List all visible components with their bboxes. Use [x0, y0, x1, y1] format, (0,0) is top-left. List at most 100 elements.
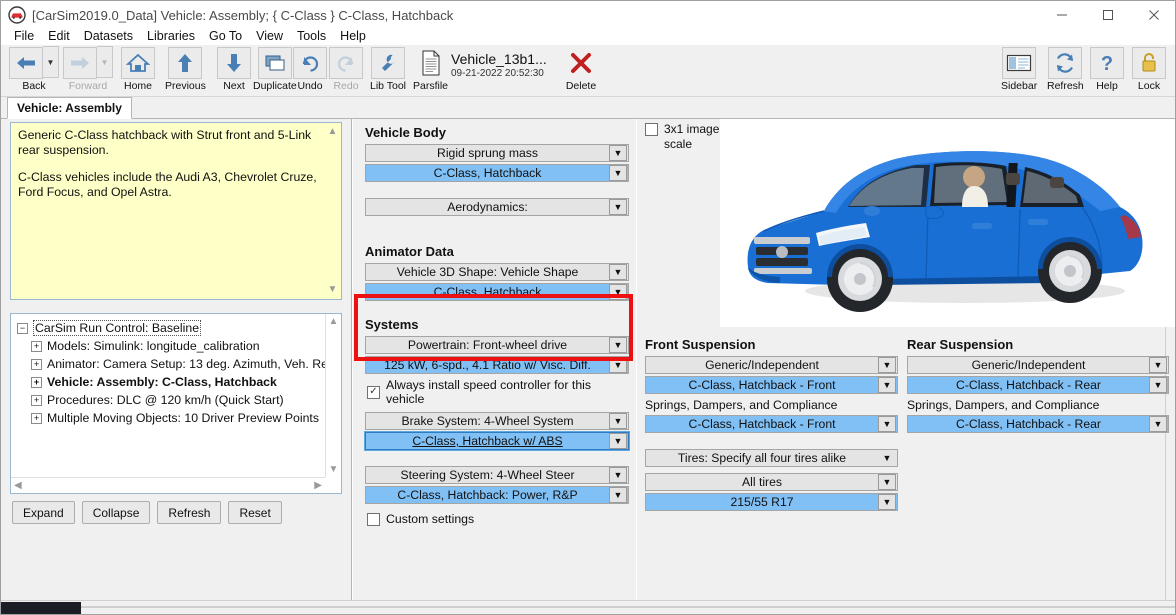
rear-springs-dataset-combo[interactable]: C-Class, Hatchback - Rear ▼ — [907, 415, 1169, 433]
chevron-down-icon[interactable]: ▼ — [878, 357, 896, 373]
tree-item-animator[interactable]: + Animator: Camera Setup: 13 deg. Azimut… — [14, 355, 335, 373]
scroll-left-icon[interactable]: ◀ — [14, 480, 22, 491]
speed-controller-checkbox-row[interactable]: ✓ Always install speed controller for th… — [367, 378, 629, 406]
chevron-down-icon[interactable]: ▼ — [878, 377, 896, 393]
description-scrollbar[interactable]: ▲ ▼ — [325, 124, 340, 298]
description-box[interactable]: Generic C-Class hatchback with Strut fro… — [10, 122, 342, 300]
rear-suspension-dataset-combo[interactable]: C-Class, Hatchback - Rear ▼ — [907, 376, 1169, 394]
scroll-down-icon[interactable]: ▼ — [328, 284, 338, 297]
collapse-icon[interactable]: − — [17, 322, 28, 334]
toolbar-libtool-button[interactable]: Lib Tool — [370, 46, 406, 96]
vehicle-body-dataset-combo[interactable]: C-Class, Hatchback ▼ — [365, 164, 629, 182]
toolbar-redo-button[interactable]: Redo — [329, 46, 363, 96]
toolbar-home-button[interactable]: Home — [121, 46, 155, 96]
chevron-down-icon[interactable]: ▼ — [1149, 377, 1167, 393]
tires-mode-combo[interactable]: Tires: Specify all four tires alike ▼ — [645, 449, 898, 467]
toolbar-parsfile-button[interactable]: Parsfile — [413, 46, 448, 96]
vehicle-3d-shape-combo[interactable]: Vehicle 3D Shape: Vehicle Shape ▼ — [365, 263, 629, 281]
toolbar-next-button[interactable]: Next — [217, 46, 251, 96]
minimize-button[interactable] — [1039, 1, 1085, 29]
tree-item-models[interactable]: + Models: Simulink: longitude_calibratio… — [14, 337, 322, 355]
menu-goto[interactable]: Go To — [202, 27, 249, 45]
toolbar-sidebar-button[interactable]: Sidebar — [1001, 46, 1037, 96]
collapse-button[interactable]: Collapse — [81, 501, 151, 524]
expand-icon[interactable]: + — [31, 358, 42, 370]
chevron-down-icon[interactable]: ▼ — [609, 433, 627, 449]
scroll-right-icon[interactable]: ▶ — [314, 480, 322, 491]
speed-controller-checkbox[interactable]: ✓ — [367, 385, 380, 399]
image-scale-checkbox-row[interactable]: 3x1 image scale — [645, 122, 719, 152]
scroll-up-icon[interactable]: ▲ — [329, 316, 339, 327]
menu-file[interactable]: File — [7, 27, 41, 45]
custom-settings-checkbox[interactable] — [367, 512, 380, 526]
chevron-down-icon[interactable]: ▼ — [609, 413, 627, 429]
tires-size-combo[interactable]: 215/55 R17 ▼ — [645, 493, 898, 511]
chevron-down-icon[interactable]: ▼ — [878, 494, 896, 510]
forward-dropdown-arrow[interactable]: ▼ — [97, 46, 113, 78]
chevron-down-icon[interactable]: ▼ — [609, 467, 627, 483]
tree-root-node[interactable]: − CarSim Run Control: Baseline — [14, 319, 322, 337]
custom-settings-checkbox-row[interactable]: Custom settings — [367, 512, 629, 526]
aerodynamics-combo[interactable]: Aerodynamics: ▼ — [365, 198, 629, 216]
tree-item-moving-objects[interactable]: + Multiple Moving Objects: 10 Driver Pre… — [14, 409, 322, 427]
scrollbar-thumb[interactable] — [1, 602, 81, 614]
toolbar-refresh-button[interactable]: Refresh — [1047, 46, 1084, 96]
scroll-up-icon[interactable]: ▲ — [328, 126, 338, 139]
maximize-button[interactable] — [1085, 1, 1131, 29]
refresh-tree-button[interactable]: Refresh — [157, 501, 222, 524]
toolbar-undo-button[interactable]: Undo — [293, 46, 327, 96]
menu-view[interactable]: View — [249, 27, 290, 45]
front-springs-dataset-combo[interactable]: C-Class, Hatchback - Front ▼ — [645, 415, 898, 433]
animator-dataset-combo[interactable]: C-Class, Hatchback ▼ — [365, 283, 629, 301]
toolbar-lock-button[interactable]: Lock — [1132, 46, 1166, 96]
chevron-down-icon[interactable]: ▼ — [1149, 416, 1167, 432]
chevron-down-icon[interactable]: ▼ — [609, 337, 627, 353]
toolbar-back-button[interactable]: ▼ Back — [9, 46, 59, 96]
brake-system-combo[interactable]: Brake System: 4-Wheel System ▼ — [365, 412, 629, 430]
expand-icon[interactable]: + — [31, 394, 42, 406]
tree-vertical-scrollbar[interactable]: ▲ ▼ — [325, 314, 341, 477]
powertrain-dataset-combo[interactable]: 125 kW, 6-spd., 4.1 Ratio w/ Visc. Diff.… — [365, 356, 629, 374]
tab-vehicle-assembly[interactable]: Vehicle: Assembly — [7, 97, 132, 119]
expand-button[interactable]: Expand — [12, 501, 75, 524]
image-scale-checkbox[interactable] — [645, 123, 658, 136]
vehicle-body-type-combo[interactable]: Rigid sprung mass ▼ — [365, 144, 629, 162]
chevron-down-icon[interactable]: ▼ — [609, 284, 627, 300]
chevron-down-icon[interactable]: ▼ — [878, 416, 896, 432]
toolbar-delete-button[interactable]: Delete — [564, 46, 598, 96]
chevron-down-icon[interactable]: ▼ — [609, 145, 627, 161]
chevron-down-icon[interactable]: ▼ — [609, 199, 627, 215]
chevron-down-icon[interactable]: ▼ — [609, 165, 627, 181]
window-horizontal-scrollbar[interactable] — [1, 600, 1175, 614]
tree-item-vehicle-assembly[interactable]: + Vehicle: Assembly: C-Class, Hatchback — [14, 373, 322, 391]
chevron-down-icon[interactable]: ▼ — [609, 264, 627, 280]
scrollbar-track[interactable] — [81, 606, 1175, 608]
steering-dataset-combo[interactable]: C-Class, Hatchback: Power, R&P ▼ — [365, 486, 629, 504]
menu-libraries[interactable]: Libraries — [140, 27, 202, 45]
close-button[interactable] — [1131, 1, 1175, 29]
expand-icon[interactable]: + — [31, 412, 42, 424]
chevron-down-icon[interactable]: ▼ — [878, 474, 896, 490]
powertrain-combo[interactable]: Powertrain: Front-wheel drive ▼ — [365, 336, 629, 354]
reset-button[interactable]: Reset — [228, 501, 282, 524]
menu-edit[interactable]: Edit — [41, 27, 77, 45]
toolbar-help-button[interactable]: ? Help — [1090, 46, 1124, 96]
expand-icon[interactable]: + — [31, 340, 42, 352]
tree-horizontal-scrollbar[interactable]: ◀ ▶ — [11, 477, 325, 493]
brake-dataset-combo[interactable]: C-Class, Hatchback w/ ABS ▼ — [364, 431, 630, 451]
expand-icon[interactable]: + — [31, 376, 42, 388]
chevron-down-icon[interactable]: ▼ — [609, 487, 627, 503]
toolbar-forward-button[interactable]: ▼ Forward — [63, 46, 113, 96]
rear-suspension-kind-combo[interactable]: Generic/Independent ▼ — [907, 356, 1169, 374]
menu-datasets[interactable]: Datasets — [77, 27, 140, 45]
front-suspension-dataset-combo[interactable]: C-Class, Hatchback - Front ▼ — [645, 376, 898, 394]
tires-which-combo[interactable]: All tires ▼ — [645, 473, 898, 491]
steering-system-combo[interactable]: Steering System: 4-Wheel Steer ▼ — [365, 466, 629, 484]
menu-tools[interactable]: Tools — [290, 27, 333, 45]
toolbar-duplicate-button[interactable]: Duplicate — [253, 46, 297, 96]
run-control-tree[interactable]: − CarSim Run Control: Baseline + Models:… — [10, 313, 342, 494]
chevron-down-icon[interactable]: ▼ — [609, 357, 627, 373]
back-dropdown-arrow[interactable]: ▼ — [43, 46, 59, 78]
toolbar-previous-button[interactable]: Previous — [165, 46, 206, 96]
chevron-down-icon[interactable]: ▼ — [1149, 357, 1167, 373]
